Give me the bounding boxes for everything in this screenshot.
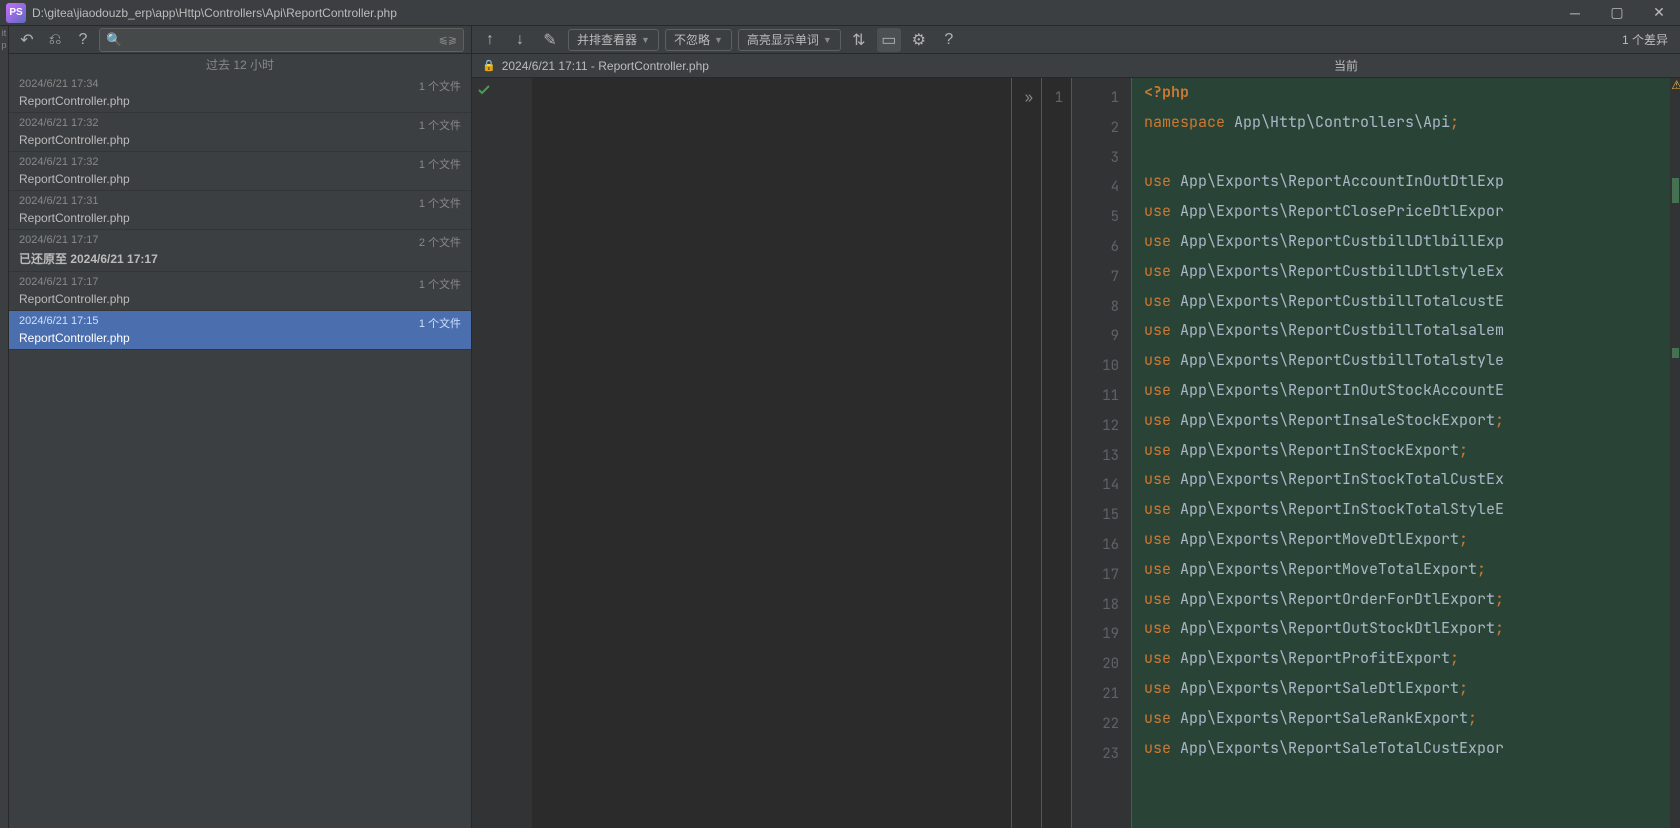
diff-tabs: 🔒 2024/6/21 17:11 - ReportController.php… [472, 54, 1680, 78]
right-editor[interactable]: 1234567891011121314151617181920212223 <?… [1072, 78, 1680, 828]
settings-button[interactable]: ⚙ [907, 28, 931, 52]
collapse-unchanged-button[interactable]: ⇅ [847, 28, 871, 52]
help-button[interactable]: ? [71, 28, 95, 52]
history-item[interactable]: 2024/6/21 17:172 个文件已还原至 2024/6/21 17:17 [9, 230, 471, 272]
history-item[interactable]: 2024/6/21 17:341 个文件ReportController.php [9, 74, 471, 113]
left-gutter [472, 78, 532, 828]
undo-button[interactable]: ↶ [15, 28, 39, 52]
filter-icon[interactable]: ⫹⫺ [439, 33, 457, 46]
right-line-numbers: 1234567891011121314151617181920212223 [1072, 78, 1132, 828]
history-item[interactable]: 2024/6/21 17:321 个文件ReportController.php [9, 152, 471, 191]
highlight-dropdown[interactable]: 高亮显示单词▼ [738, 29, 841, 51]
history-item[interactable]: 2024/6/21 17:321 个文件ReportController.php [9, 113, 471, 152]
diff-area: ↑ ↓ ✎ 并排查看器▼ 不忽略▼ 高亮显示单词▼ ⇅ ▭ ⚙ ? 1 个差异 … [472, 26, 1680, 828]
sync-scroll-button[interactable]: ▭ [877, 28, 901, 52]
revert-button[interactable]: ⎌ [43, 28, 67, 52]
minimize-button[interactable]: ─ [1554, 0, 1596, 26]
right-marker-stripe: ⚠ [1670, 78, 1680, 828]
history-item[interactable]: 2024/6/21 17:171 个文件ReportController.php [9, 272, 471, 311]
ok-marker [472, 78, 532, 102]
search-box[interactable]: 🔍 ⫹⫺ [99, 28, 464, 52]
warning-icon: ⚠ [1671, 78, 1680, 92]
history-list: 2024/6/21 17:341 个文件ReportController.php… [9, 74, 471, 828]
history-panel: ↶ ⎌ ? 🔍 ⫹⫺ 过去 12 小时 2024/6/21 17:341 个文件… [9, 26, 472, 828]
prev-diff-button[interactable]: ↑ [478, 28, 502, 52]
left-stripe: itp [0, 26, 9, 828]
close-button[interactable]: ✕ [1638, 0, 1680, 26]
history-item[interactable]: 2024/6/21 17:311 个文件ReportController.php [9, 191, 471, 230]
edit-button[interactable]: ✎ [538, 28, 562, 52]
history-header: 过去 12 小时 [9, 54, 471, 74]
view-mode-dropdown[interactable]: 并排查看器▼ [568, 29, 659, 51]
left-editor[interactable] [472, 78, 1012, 828]
diff-body: » 1 123456789101112131415161718192021222… [472, 78, 1680, 828]
diff-toolbar: ↑ ↓ ✎ 并排查看器▼ 不忽略▼ 高亮显示单词▼ ⇅ ▭ ⚙ ? 1 个差异 [472, 26, 1680, 54]
search-input[interactable] [126, 33, 438, 47]
left-line-numbers: » [1012, 78, 1042, 828]
ignore-dropdown[interactable]: 不忽略▼ [665, 29, 732, 51]
file-path: D:\gitea\jiaodouzb_erp\app\Http\Controll… [32, 6, 397, 20]
next-diff-button[interactable]: ↓ [508, 28, 532, 52]
left-revision-tab[interactable]: 🔒 2024/6/21 17:11 - ReportController.php [472, 54, 1012, 77]
diff-count: 1 个差异 [1622, 31, 1674, 48]
history-item[interactable]: 2024/6/21 17:151 个文件ReportController.php [9, 311, 471, 350]
search-icon: 🔍 [106, 32, 122, 48]
lock-icon: 🔒 [482, 59, 496, 72]
app-logo: PS [6, 3, 26, 23]
right-revision-tab[interactable]: 当前 [1012, 54, 1680, 77]
diff-help-button[interactable]: ? [937, 28, 961, 52]
maximize-button[interactable]: ▢ [1596, 0, 1638, 26]
left-line-number-col: 1 [1042, 78, 1072, 828]
expand-icon[interactable]: » [1012, 84, 1033, 114]
change-marker[interactable] [1672, 178, 1679, 203]
titlebar: PS D:\gitea\jiaodouzb_erp\app\Http\Contr… [0, 0, 1680, 26]
change-marker[interactable] [1672, 348, 1679, 358]
code-content[interactable]: <?phpnamespace App\Http\Controllers\Api;… [1132, 78, 1680, 828]
history-toolbar: ↶ ⎌ ? 🔍 ⫹⫺ [9, 26, 471, 54]
